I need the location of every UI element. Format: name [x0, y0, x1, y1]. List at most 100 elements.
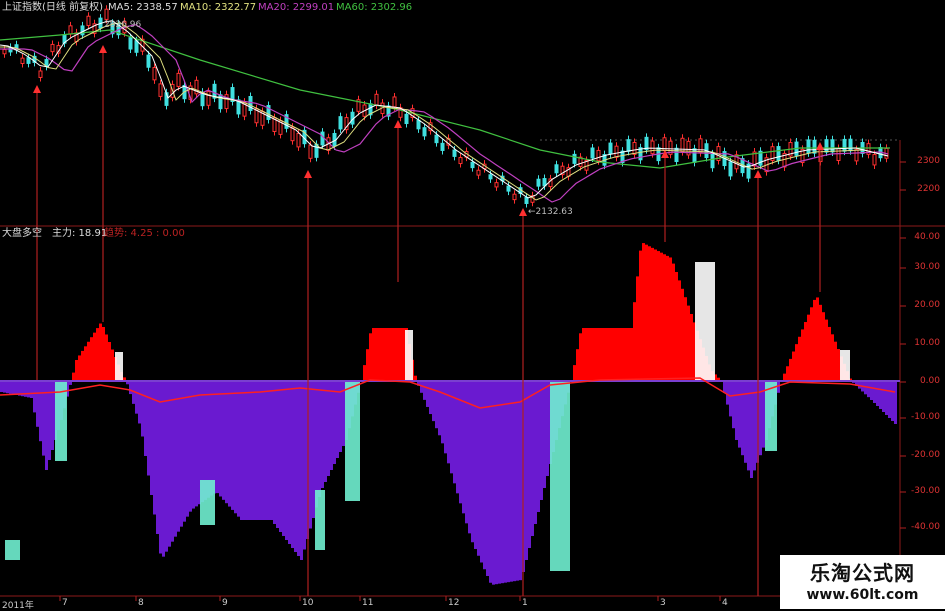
candle-body	[698, 138, 703, 154]
osc-bar	[801, 329, 804, 381]
candle-body	[146, 54, 151, 68]
osc-bar	[195, 381, 198, 507]
osc-bar	[681, 288, 684, 381]
osc-bar	[39, 381, 42, 442]
candle-body	[248, 96, 253, 112]
osc-axis-20: 20.00	[914, 300, 940, 310]
osc-bar	[222, 381, 225, 500]
osc-bar	[447, 381, 450, 464]
osc-bar	[495, 381, 498, 585]
date-label-11: 11	[362, 598, 374, 608]
ma10-label: MA10: 2322.77	[180, 2, 257, 13]
candle-body	[422, 127, 427, 137]
osc-edge	[765, 381, 777, 451]
candle-body	[554, 164, 559, 174]
osc-bar	[177, 381, 180, 532]
osc-bar	[225, 381, 228, 504]
candle-body	[536, 178, 541, 187]
osc-bar	[33, 381, 36, 413]
osc-bar	[147, 381, 150, 476]
osc-bar	[0, 381, 3, 392]
osc-bar	[276, 381, 279, 528]
candle-body	[632, 141, 637, 155]
osc-bar	[174, 381, 177, 537]
osc-bar	[534, 381, 537, 524]
osc-bar	[513, 381, 516, 582]
osc-bar	[210, 381, 213, 496]
osc-bar	[444, 381, 447, 454]
osc-bar	[321, 381, 324, 488]
osc-bar	[15, 381, 18, 395]
osc-bar	[318, 381, 321, 497]
osc-bar	[831, 334, 834, 381]
oscillator-area	[0, 243, 897, 585]
osc-bar	[885, 381, 888, 415]
candle-body	[650, 140, 655, 155]
osc-bar	[804, 322, 807, 381]
osc-bar	[390, 328, 393, 381]
candle-body	[494, 182, 499, 188]
osc-axis-neg30: -30.00	[910, 486, 940, 496]
osc-bar	[591, 328, 594, 381]
osc-bar	[636, 276, 639, 381]
candle-body	[854, 149, 859, 162]
candle-body	[458, 157, 463, 165]
osc-bar	[279, 381, 282, 532]
osc-bar	[807, 314, 810, 381]
signal-arrow	[519, 208, 527, 216]
osc-bar	[813, 299, 816, 381]
candle-body	[848, 138, 853, 152]
osc-bar	[90, 337, 93, 381]
osc-bar	[96, 328, 99, 381]
osc-bar	[672, 263, 675, 381]
osc-bar	[243, 381, 246, 520]
osc-bar	[366, 349, 369, 381]
indicator-title: 大盘多空	[2, 228, 42, 239]
osc-bar	[873, 381, 876, 403]
chart-title: 上证指数(日线 前复权)	[2, 2, 103, 13]
candle-body	[2, 49, 7, 55]
candle-body	[80, 25, 85, 36]
osc-bar	[792, 351, 795, 381]
osc-bar	[327, 381, 330, 476]
osc-bar	[627, 328, 630, 381]
osc-bar	[441, 381, 444, 444]
osc-axis-0: 0.00	[919, 376, 940, 386]
osc-bar	[138, 381, 141, 424]
ma5-label: MA5: 2338.57	[108, 2, 178, 13]
osc-bar	[282, 381, 285, 536]
candle-body	[476, 169, 481, 176]
osc-bar	[372, 328, 375, 381]
price-axis-2200: 2200	[917, 184, 940, 194]
osc-bar	[429, 381, 432, 415]
osc-axis-30: 30.00	[914, 262, 940, 272]
osc-bar	[99, 323, 102, 381]
osc-bar	[135, 381, 138, 414]
osc-bar	[312, 381, 315, 518]
osc-axis-neg20: -20.00	[910, 450, 940, 460]
osc-bar	[78, 355, 81, 381]
stock-chart[interactable]	[0, 0, 945, 609]
osc-bar	[315, 381, 318, 508]
osc-bar	[180, 381, 183, 527]
osc-bar	[795, 344, 798, 381]
ma10-line	[0, 22, 889, 201]
osc-bar	[432, 381, 435, 422]
candle-body	[836, 148, 841, 162]
osc-edge	[55, 381, 67, 461]
osc-edge	[5, 540, 20, 560]
osc-bar	[588, 328, 591, 381]
osc-bar	[498, 381, 501, 584]
osc-bar	[639, 250, 642, 381]
osc-bar	[402, 328, 405, 381]
osc-bar	[723, 381, 726, 393]
osc-bar	[165, 381, 168, 552]
candle-body	[20, 57, 25, 64]
osc-bar	[330, 381, 333, 470]
osc-bar	[108, 342, 111, 381]
osc-edge	[840, 350, 850, 380]
osc-bar	[828, 326, 831, 381]
osc-bar	[606, 328, 609, 381]
osc-bar	[384, 328, 387, 381]
osc-bar	[378, 328, 381, 381]
